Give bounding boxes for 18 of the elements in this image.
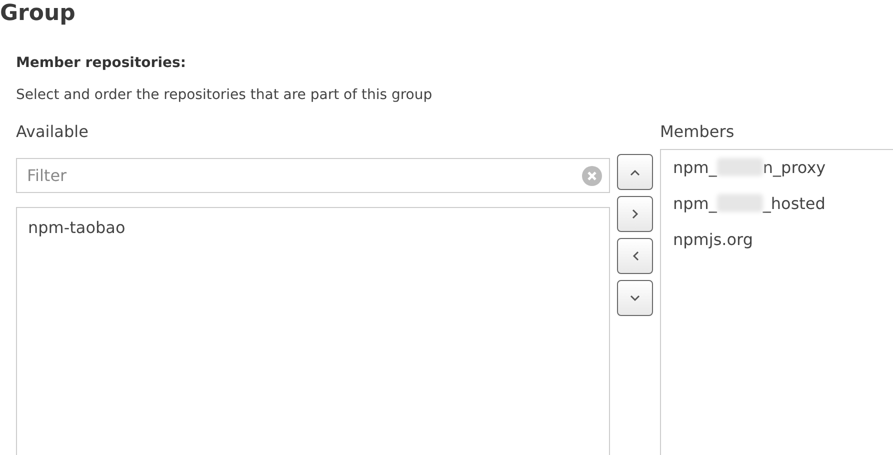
repository-item[interactable]: npm_ n_proxy — [661, 156, 893, 180]
repository-item[interactable]: npm_ _hosted — [661, 192, 893, 216]
page-title: Group — [0, 0, 76, 28]
available-label: Available — [16, 122, 90, 142]
members-label: Members — [660, 122, 736, 142]
chevron-down-icon — [630, 294, 640, 302]
move-down-button[interactable] — [617, 280, 653, 316]
chevron-up-icon — [630, 168, 640, 176]
repository-item[interactable]: npmjs.org — [661, 228, 893, 252]
repository-item[interactable]: npm-taobao — [17, 216, 609, 240]
filter-field[interactable]: Filter — [16, 158, 610, 193]
section-description: Select and order the repositories that are part of this group — [16, 86, 434, 104]
chevron-right-icon — [632, 209, 638, 219]
chevron-left-icon — [632, 251, 638, 261]
remove-button[interactable] — [617, 238, 653, 274]
section-heading: Member repositories: — [16, 54, 187, 72]
add-button[interactable] — [617, 196, 653, 232]
move-up-button[interactable] — [617, 154, 653, 190]
